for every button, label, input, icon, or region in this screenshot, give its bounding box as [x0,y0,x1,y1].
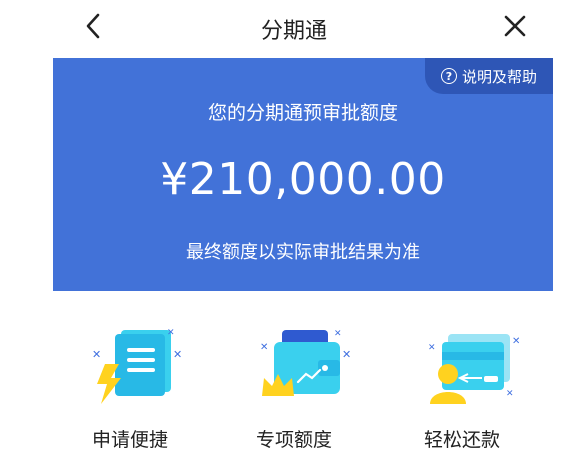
svg-text:✕: ✕ [167,328,175,338]
feature-easy-apply[interactable]: ✕ ✕ ✕ 申请便捷 [40,320,220,470]
close-button[interactable] [500,11,530,41]
feature-label: 轻松还款 [423,429,500,451]
credit-limit-label: 您的分期通预审批额度 [207,102,398,124]
svg-text:✕: ✕ [260,342,268,353]
wallet-crown-icon: ✕ ✕ ✕ [260,329,351,396]
svg-text:✕: ✕ [173,348,182,361]
feature-special-quota[interactable]: ✕ ✕ ✕ 专项额度 [204,320,384,470]
svg-text:✕: ✕ [506,389,514,399]
top-nav-bar: 分期通 [0,0,588,56]
svg-text:✕: ✕ [428,343,436,353]
help-label: 说明及帮助 [461,67,537,86]
svg-text:✕: ✕ [342,348,351,361]
card-user-icon: ✕ ✕ ✕ [428,334,520,404]
receipt-lightning-icon: ✕ ✕ ✕ [92,328,182,404]
credit-limit-note: 最终额度以实际审批结果为准 [186,242,420,263]
svg-text:✕: ✕ [92,348,101,361]
feature-label: 专项额度 [255,429,332,451]
feature-label: 申请便捷 [91,429,168,451]
feature-easy-repayment[interactable]: ✕ ✕ ✕ 轻松还款 [372,320,552,470]
credit-limit-amount: ¥210,000.00 [160,154,446,205]
svg-text:✕: ✕ [512,336,520,347]
help-button[interactable]: ? 说明及帮助 [425,58,553,94]
credit-limit-card: ? 说明及帮助 您的分期通预审批额度 ¥210,000.00 最终额度以实际审批… [53,58,553,291]
close-icon [504,15,526,37]
svg-text:✕: ✕ [334,329,342,339]
question-circle-icon: ? [440,68,457,84]
feature-list: ✕ ✕ ✕ 申请便捷 ✕ ✕ ✕ 专项额度 ✕ ✕ ✕ 轻松还款 [0,320,588,470]
